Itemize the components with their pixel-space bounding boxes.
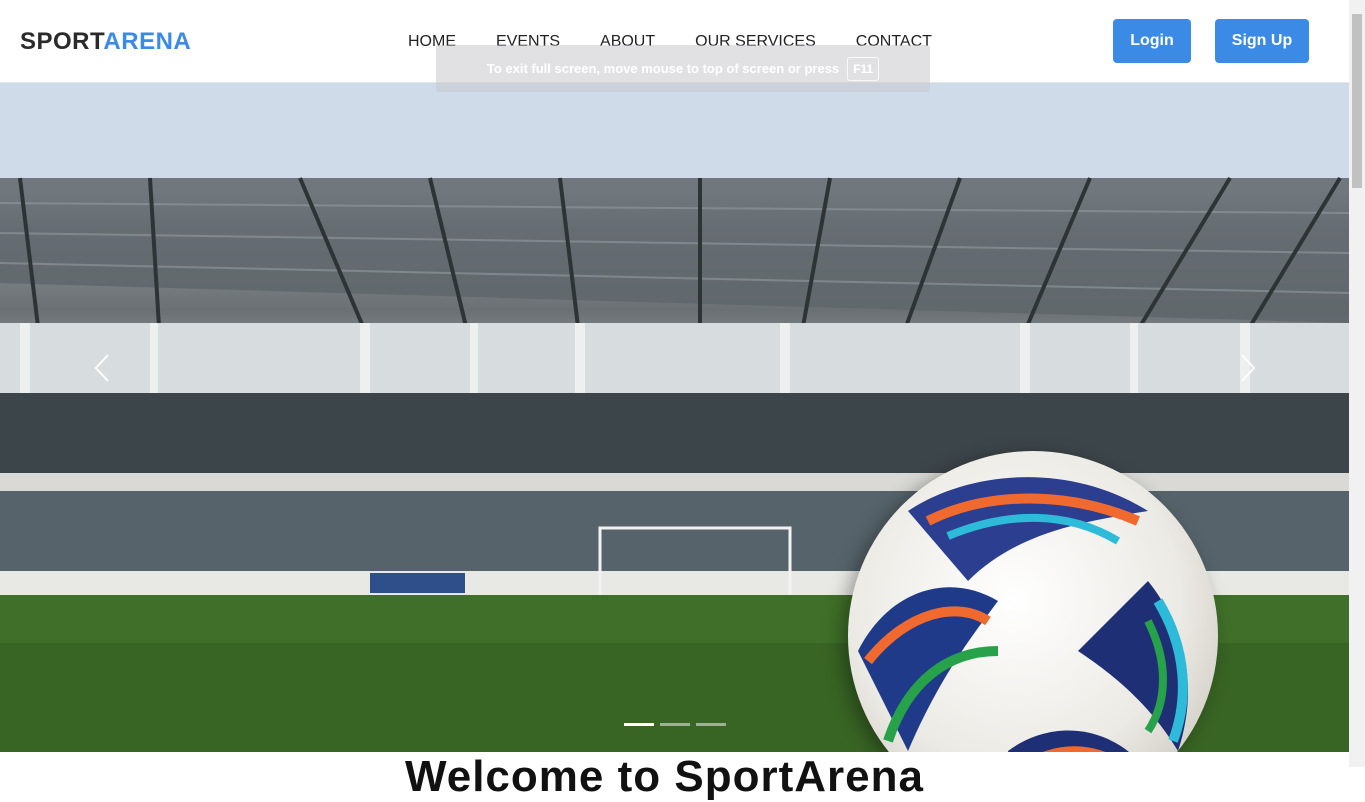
carousel-indicator-1[interactable] bbox=[624, 723, 654, 726]
hero-carousel bbox=[0, 83, 1349, 752]
login-button[interactable]: Login bbox=[1113, 19, 1191, 63]
scrollbar-thumb[interactable] bbox=[1352, 14, 1362, 188]
carousel-indicators bbox=[624, 723, 726, 726]
fullscreen-exit-toast: To exit full screen, move mouse to top o… bbox=[436, 45, 930, 92]
brand-logo-part2: ARENA bbox=[103, 28, 192, 55]
chevron-left-icon bbox=[94, 354, 109, 382]
toast-message: To exit full screen, move mouse to top o… bbox=[486, 61, 840, 76]
carousel-prev-button[interactable] bbox=[88, 351, 118, 385]
sign-up-button[interactable]: Sign Up bbox=[1215, 19, 1309, 63]
brand-logo[interactable]: SPORTARENA bbox=[20, 28, 191, 56]
carousel-next-button[interactable] bbox=[1232, 351, 1262, 385]
page-scrollbar[interactable] bbox=[1349, 0, 1365, 767]
carousel-indicator-3[interactable] bbox=[696, 723, 726, 726]
toast-key: F11 bbox=[847, 56, 880, 81]
carousel-indicator-2[interactable] bbox=[660, 723, 690, 726]
brand-logo-part1: SPORT bbox=[20, 28, 104, 55]
welcome-heading: Welcome to SportArena bbox=[405, 752, 924, 801]
chevron-right-icon bbox=[1241, 354, 1256, 382]
